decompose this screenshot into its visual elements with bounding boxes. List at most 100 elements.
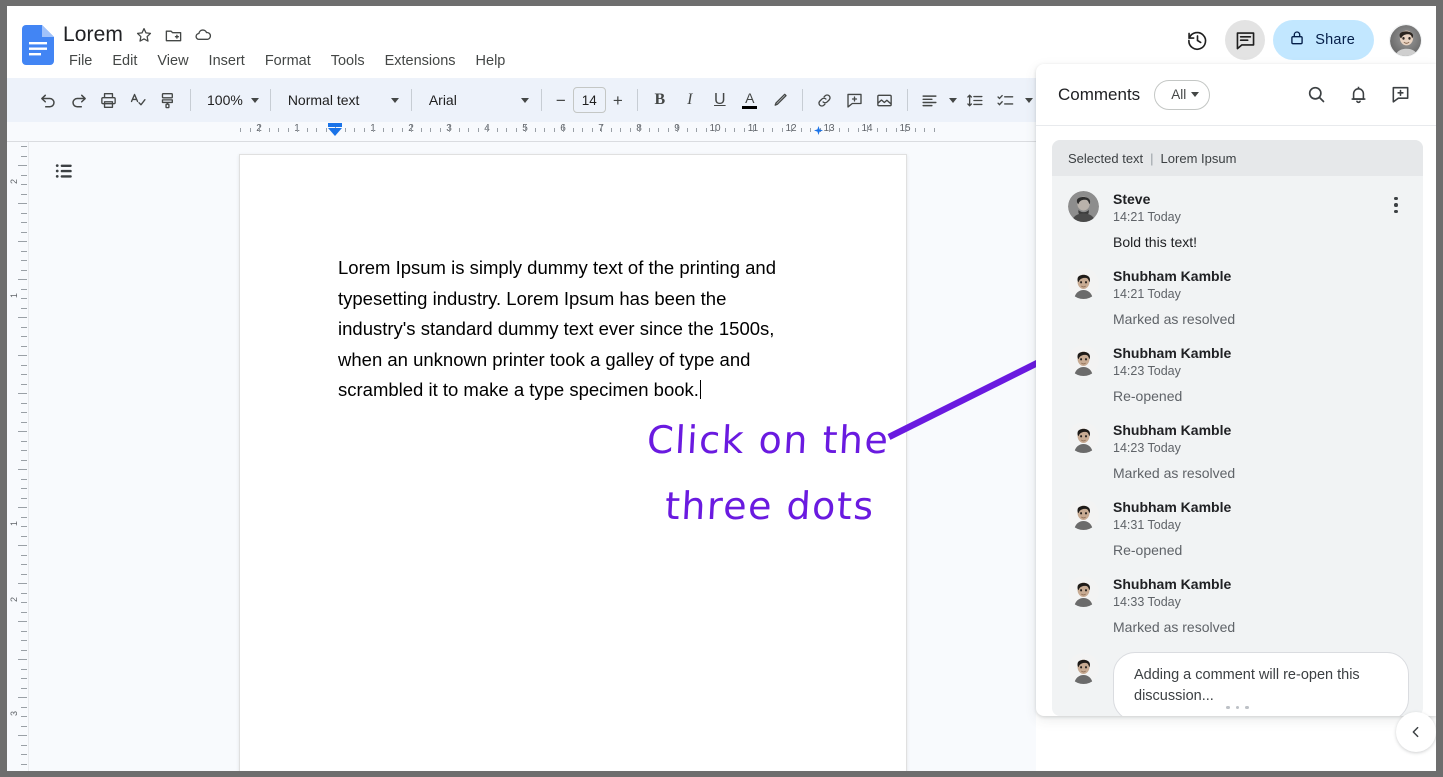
ruler-tick: [18, 735, 27, 736]
add-comment-icon[interactable]: [840, 85, 870, 115]
comment-timestamp: 14:33 Today: [1113, 595, 1181, 609]
ruler-tick: [18, 317, 27, 318]
ruler-tick: [734, 128, 735, 132]
comment-meta: Shubham Kamble 14:23 Today: [1113, 344, 1231, 380]
ruler-tick: [21, 488, 27, 489]
align-dropdown-caret[interactable]: [945, 85, 961, 115]
paint-format-icon[interactable]: [153, 85, 183, 115]
ruler-tick: [639, 125, 640, 132]
bold-button[interactable]: B: [645, 85, 675, 115]
comments-panel-body: Selected text | Lorem Ipsum Steve 14:21 …: [1036, 126, 1436, 716]
ruler-tick: [582, 128, 583, 132]
comment-entry: Shubham Kamble 14:23 Today Marked as res…: [1068, 421, 1409, 483]
redo-icon[interactable]: [63, 85, 93, 115]
menu-insert[interactable]: Insert: [199, 51, 255, 71]
menu-file[interactable]: File: [63, 51, 102, 71]
ruler-tick: [21, 440, 27, 442]
insert-link-icon[interactable]: [810, 85, 840, 115]
version-history-icon[interactable]: [1177, 20, 1217, 60]
ruler-tick: [18, 545, 27, 546]
ruler-tick: [18, 697, 27, 698]
underline-button[interactable]: U: [705, 85, 735, 115]
cloud-saved-icon[interactable]: [194, 26, 213, 45]
ruler-tick: [18, 659, 27, 660]
ruler-number: 1: [9, 292, 19, 298]
move-to-folder-icon[interactable]: [164, 26, 183, 45]
menu-edit[interactable]: Edit: [102, 51, 147, 71]
align-left-icon[interactable]: [915, 85, 945, 115]
paragraph-style-dropdown[interactable]: Normal text: [278, 85, 404, 115]
text-color-button[interactable]: A: [735, 85, 765, 115]
comment-timestamp: 14:21 Today: [1113, 287, 1181, 301]
open-comment-history-icon[interactable]: [1225, 20, 1266, 60]
ruler-tick: [496, 128, 498, 132]
ruler-tick: [449, 125, 450, 132]
increase-font-size-button[interactable]: +: [606, 85, 630, 115]
collapse-panel-button[interactable]: [1396, 712, 1436, 752]
comment-author: Shubham Kamble: [1113, 422, 1232, 438]
add-comment-icon[interactable]: [1384, 79, 1416, 111]
left-indent-bar[interactable]: [328, 123, 342, 127]
search-icon[interactable]: [1300, 79, 1332, 111]
account-avatar[interactable]: [1389, 23, 1422, 57]
share-button[interactable]: Share: [1273, 20, 1374, 60]
menu-format[interactable]: Format: [255, 51, 321, 71]
left-indent-marker[interactable]: [328, 128, 342, 136]
google-docs-logo[interactable]: [22, 25, 54, 65]
document-title[interactable]: Lorem: [63, 22, 123, 48]
font-family-dropdown[interactable]: Arial: [419, 85, 534, 115]
italic-button[interactable]: I: [675, 85, 705, 115]
comment-meta: Shubham Kamble 14:21 Today: [1113, 267, 1231, 303]
toolbar-divider: [801, 89, 803, 111]
insert-image-icon[interactable]: [870, 85, 900, 115]
chevron-down-icon: [1191, 92, 1200, 97]
comment-thread-card[interactable]: Selected text | Lorem Ipsum Steve 14:21 …: [1052, 140, 1423, 716]
ruler-tick: [21, 336, 27, 337]
thread-header-label: Selected text: [1068, 150, 1144, 166]
comments-filter-dropdown[interactable]: All: [1154, 79, 1211, 110]
checklist-icon[interactable]: [991, 85, 1021, 115]
star-icon[interactable]: [134, 26, 153, 45]
line-spacing-icon[interactable]: [961, 85, 991, 115]
ruler-tick: [506, 128, 507, 132]
menu-extensions[interactable]: Extensions: [375, 51, 466, 71]
ruler-tick: [18, 279, 27, 280]
ruler-tick: [487, 125, 488, 132]
vertical-ruler[interactable]: 2 1 1 2 3: [7, 142, 29, 771]
bell-icon[interactable]: [1342, 79, 1374, 111]
ruler-tick: [21, 421, 27, 423]
highlight-pen-icon[interactable]: [765, 85, 795, 115]
ruler-tick: [18, 621, 27, 622]
ruler-tick: [21, 459, 27, 461]
menu-tools[interactable]: Tools: [321, 51, 375, 71]
menu-help[interactable]: Help: [466, 51, 516, 71]
three-dots-menu-icon[interactable]: [1383, 192, 1409, 218]
undo-icon[interactable]: [33, 85, 63, 115]
ruler-tick: [21, 288, 27, 290]
spelling-and-grammar-icon[interactable]: [123, 85, 153, 115]
ruler-tick: [648, 128, 650, 132]
menu-view[interactable]: View: [147, 51, 198, 71]
ruler-tick: [373, 125, 374, 132]
ruler-tick: [21, 535, 27, 537]
decrease-font-size-button[interactable]: −: [549, 85, 573, 115]
zoom-level-dropdown[interactable]: 100%: [198, 85, 263, 115]
ruler-tick: [677, 125, 678, 132]
comment-author: Shubham Kamble: [1113, 268, 1232, 284]
font-size-input[interactable]: 14: [572, 87, 606, 113]
document-body-text[interactable]: Lorem Ipsum is simply dummy text of the …: [338, 253, 798, 406]
ruler-tick: [18, 583, 27, 584]
font-family-value: Arial: [428, 92, 457, 108]
ruler-tick: [743, 128, 745, 132]
tab-stop-marker[interactable]: [814, 126, 823, 135]
ruler-tick: [21, 592, 27, 594]
horizontal-ruler[interactable]: 21123456789101112131415: [7, 122, 1036, 142]
checklist-dropdown-caret[interactable]: [1021, 85, 1036, 115]
toolbar-divider: [410, 89, 412, 111]
ruler-tick: [21, 554, 27, 556]
document-page[interactable]: Lorem Ipsum is simply dummy text of the …: [239, 154, 907, 771]
document-outline-icon[interactable]: [47, 154, 81, 188]
print-icon[interactable]: [93, 85, 123, 115]
comment-timestamp: 14:23 Today: [1113, 364, 1181, 378]
ruler-tick: [21, 307, 27, 309]
